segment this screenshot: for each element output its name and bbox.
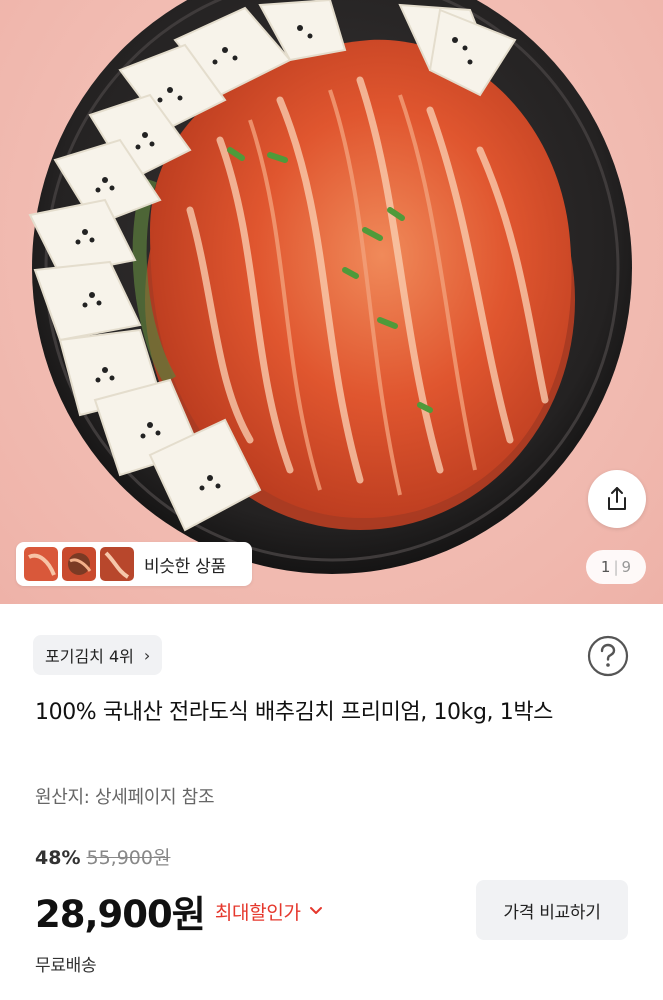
chevron-down-icon — [309, 907, 322, 914]
category-rank-badge[interactable]: 포기김치 4위 › — [33, 635, 163, 675]
similar-products-label: 비슷한 상품 — [144, 556, 226, 577]
shipping-info: 무료배송 — [35, 956, 97, 976]
page-total: 9 — [621, 558, 632, 576]
page-separator: | — [613, 558, 619, 576]
help-button[interactable] — [586, 634, 630, 678]
similar-products-button[interactable]: 비슷한 상품 — [16, 542, 252, 586]
discount-rate: 48% — [35, 847, 81, 869]
chevron-right-icon: › — [143, 645, 151, 665]
product-image[interactable]: 비슷한 상품 1 | 9 — [0, 0, 663, 604]
max-discount-toggle[interactable]: 최대할인가 — [215, 898, 323, 925]
price-compare-button[interactable]: 가격 비교하기 — [476, 880, 628, 940]
sale-price: 28,900원 — [35, 893, 206, 936]
max-discount-label: 최대할인가 — [214, 901, 301, 924]
origin-info: 원산지: 상세페이지 참조 — [35, 787, 215, 808]
original-price: 55,900원 — [86, 847, 171, 869]
share-button[interactable] — [588, 470, 646, 528]
similar-product-thumbnail — [24, 547, 58, 581]
similar-product-thumbnail — [62, 547, 96, 581]
category-rank-label: 포기김치 4위 — [45, 647, 134, 666]
discount-row: 48% 55,900원 — [35, 843, 170, 870]
share-icon — [608, 487, 626, 510]
product-title: 100% 국내산 전라도식 배추김치 프리미엄, 10kg, 1박스 — [35, 700, 554, 725]
page-current: 1 — [600, 558, 611, 576]
price-row: 28,900원 최대할인가 — [35, 884, 323, 938]
similar-product-thumbnail — [100, 547, 134, 581]
kimchi-photo — [28, 0, 632, 574]
question-icon — [587, 635, 629, 677]
image-page-indicator: 1 | 9 — [586, 550, 646, 584]
